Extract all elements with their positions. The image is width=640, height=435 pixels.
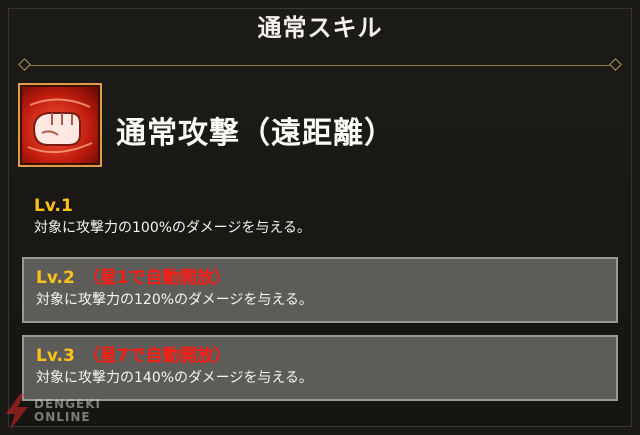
lightning-bolt-icon (6, 394, 28, 430)
level-description: 対象に攻撃力の120%のダメージを与える。 (36, 292, 313, 308)
level-label: Lv.2 (36, 268, 75, 288)
unlock-note: （星7で自動開放） (82, 346, 231, 366)
divider-line (30, 65, 610, 66)
level-label: Lv.3 (36, 346, 75, 366)
level-description: 対象に攻撃力の140%のダメージを与える。 (36, 370, 313, 386)
level-label: Lv.1 (34, 196, 73, 216)
level-row-2: Lv.2 （星1で自動開放） 対象に攻撃力の120%のダメージを与える。 (22, 257, 618, 323)
fist-punch-icon (18, 83, 102, 167)
skill-name: 通常攻撃（遠距離） (116, 116, 395, 151)
header-divider (18, 58, 622, 71)
panel-title: 通常スキル (257, 14, 383, 42)
dengeki-online-watermark: DENGEKI ONLINE (4, 392, 124, 432)
unlock-note: （星1で自動開放） (82, 268, 231, 288)
watermark-line-2: ONLINE (34, 410, 91, 424)
level-description: 対象に攻撃力の100%のダメージを与える。 (34, 220, 311, 236)
level-row-1: Lv.1 対象に攻撃力の100%のダメージを与える。 (22, 196, 618, 246)
